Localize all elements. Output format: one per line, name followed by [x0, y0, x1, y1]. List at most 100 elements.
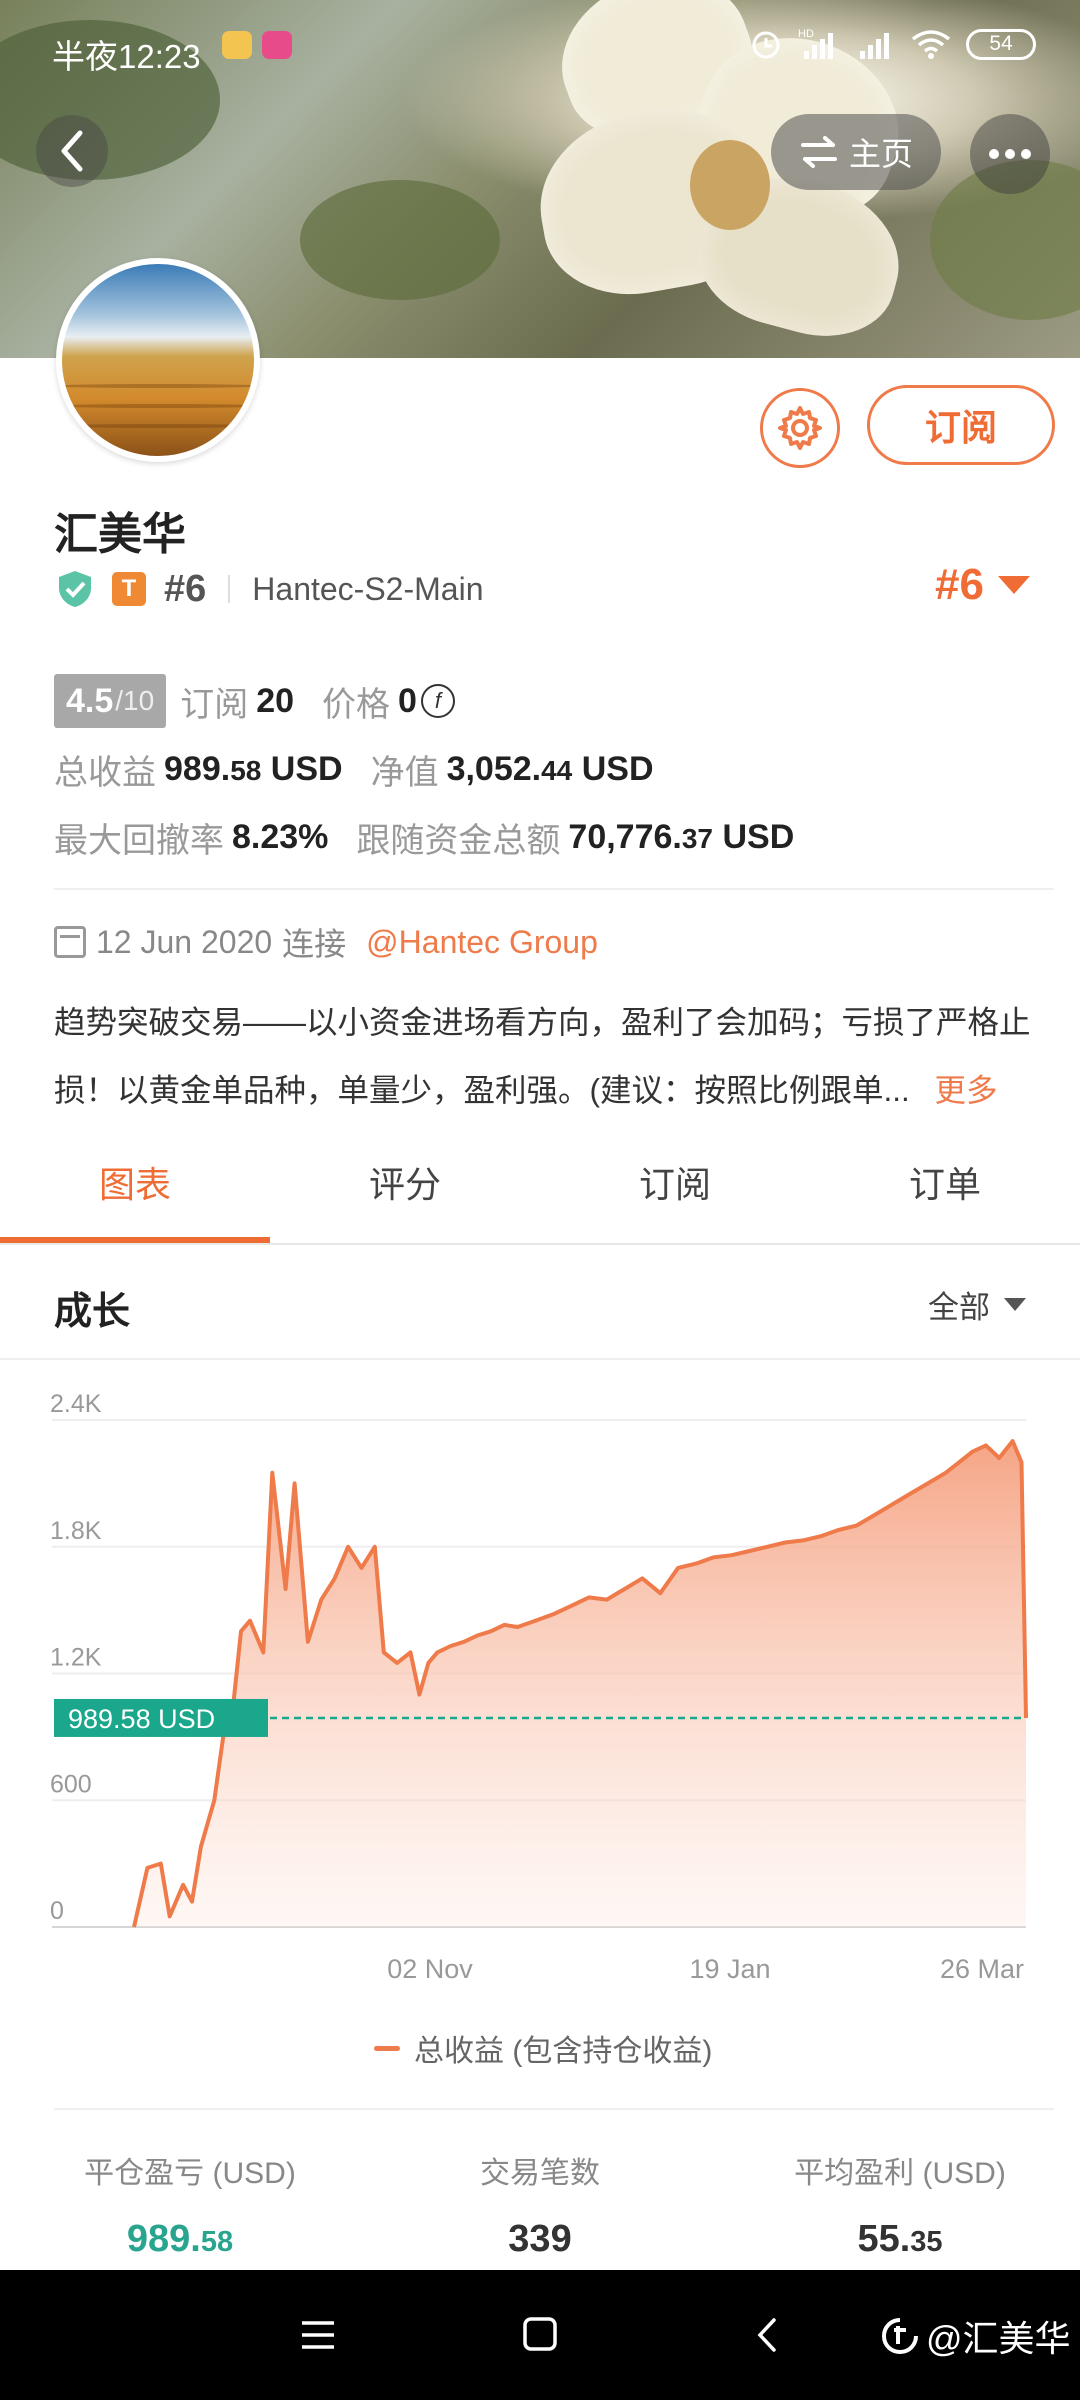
- follow-funds-int: 70,776.: [568, 817, 682, 856]
- rating-total: /10: [115, 685, 155, 716]
- growth-chart[interactable]: 2.4K 1.8K 1.2K 600 0 02 Nov 19 Jan 26 Mar 989.…: [0, 1380, 1080, 2020]
- watermark: @汇美华: [880, 2310, 1071, 2362]
- battery-indicator: 54: [966, 28, 1036, 60]
- trader-rank: #6: [164, 567, 207, 610]
- total-profit-value: 989.58 USD: [164, 750, 343, 789]
- weibo-logo-icon: [881, 2318, 918, 2355]
- tab-bar: 图表 评分 订阅 订单: [0, 1120, 1080, 1244]
- price-value: 0: [398, 681, 417, 720]
- range-selector[interactable]: 全部: [928, 1282, 1026, 1327]
- avg-profit-label: 平均盈利 (USD): [794, 2157, 1006, 2190]
- avg-profit-stat: 平均盈利 (USD) 55.35: [720, 2148, 1080, 2261]
- more-dot-icon: [989, 149, 999, 159]
- tab-underline: [0, 1243, 1080, 1245]
- max-drawdown-value: 8.23%: [232, 817, 329, 856]
- back-button[interactable]: [36, 115, 108, 187]
- section-divider: [0, 1358, 1080, 1360]
- follow-funds-value: 70,776.37 USD: [568, 818, 794, 857]
- closed-pnl-stat: 平仓盈亏 (USD) 989.58: [0, 2148, 360, 2261]
- current-value-label: 989.58 USD: [68, 1704, 215, 1734]
- flower-center: [690, 140, 770, 230]
- status-bar: 半夜12:23 HD 54: [0, 0, 1080, 100]
- notification-icons: [222, 31, 292, 59]
- y-tick-label: 1.8K: [50, 1517, 102, 1545]
- follow-funds-label: 跟随资金总额: [356, 821, 561, 860]
- net-value-int: 3,052.: [446, 749, 542, 788]
- trades-stat: 交易笔数 339: [360, 2148, 720, 2261]
- avatar-field-row: [62, 384, 254, 388]
- calendar-icon: [54, 926, 86, 958]
- stats-line-1: 4.5/10 订阅 20 价格 0 f: [54, 672, 1054, 730]
- stats-line-3: 最大回撤率 8.23% 跟随资金总额 70,776.37 USD: [54, 808, 1054, 866]
- total-profit-dec: 58: [230, 754, 262, 786]
- y-tick-label: 0: [50, 1897, 64, 1925]
- more-dot-icon: [1021, 149, 1031, 159]
- total-profit-label: 总收益: [54, 753, 156, 792]
- more-link[interactable]: 更多: [935, 1072, 998, 1108]
- settings-button[interactable]: [760, 388, 840, 468]
- watermark-text: @汇美华: [926, 2318, 1071, 2359]
- x-tick-label: 26 Mar: [940, 1954, 1024, 1984]
- rating-badge: 4.5/10: [54, 674, 167, 728]
- switch-icon: [800, 136, 837, 168]
- coin-icon: f: [420, 684, 455, 718]
- price-label: 价格: [322, 685, 391, 724]
- avg-profit-value: 55.35: [720, 2218, 1080, 2261]
- trader-meta-row: T #6 Hantec-S2-Main: [56, 565, 483, 613]
- avatar-field-row: [62, 424, 254, 428]
- subscribe-button[interactable]: 订阅: [867, 385, 1055, 465]
- status-right: HD 54: [748, 26, 1036, 62]
- closed-pnl-int: 989.: [126, 2218, 201, 2260]
- trader-type-badge: T: [112, 572, 146, 606]
- gear-icon: [778, 406, 822, 450]
- caret-down-icon: [1004, 1298, 1026, 1311]
- section-divider: [54, 2108, 1054, 2110]
- menu-icon[interactable]: [300, 2318, 336, 2352]
- closed-pnl-value: 989.58: [0, 2218, 360, 2261]
- svg-text:HD: HD: [798, 28, 814, 40]
- connection-info: 12 Jun 2020 连接 @Hantec Group: [54, 919, 598, 965]
- total-profit-int: 989.: [164, 749, 231, 788]
- since-label: 连接: [282, 926, 347, 962]
- tab-rating[interactable]: 评分: [270, 1120, 540, 1244]
- chat-notification-icon: [222, 31, 252, 59]
- avg-profit-int: 55.: [857, 2218, 911, 2260]
- chart-legend: 总收益 (包含持仓收益): [374, 2026, 712, 2070]
- subscribers-count: 20: [256, 681, 295, 720]
- avg-profit-dec: 35: [910, 2226, 943, 2258]
- strategy-description: 趋势突破交易——以小资金进场看方向，盈利了会加码；亏损了严格止损！以黄金单品种，…: [54, 988, 1044, 1124]
- follow-funds-dec: 37: [681, 822, 714, 854]
- description-text: 趋势突破交易——以小资金进场看方向，盈利了会加码；亏损了严格止损！以黄金单品种，…: [54, 1004, 1031, 1108]
- home-label: 主页: [848, 136, 913, 172]
- meta-divider: [228, 575, 231, 603]
- y-tick-label: 2.4K: [50, 1390, 102, 1418]
- tab-orders[interactable]: 订单: [810, 1120, 1080, 1244]
- rank-dropdown-value: #6: [935, 560, 984, 609]
- status-time: 半夜12:23: [52, 38, 201, 75]
- wifi-icon: [911, 30, 951, 59]
- net-value-dec: 44: [541, 754, 573, 786]
- net-value: 3,052.44 USD: [447, 750, 654, 789]
- nav-back-icon[interactable]: [752, 2316, 782, 2354]
- home-button[interactable]: 主页: [771, 114, 941, 190]
- x-tick-label: 02 Nov: [387, 1954, 473, 1984]
- stats-block: 4.5/10 订阅 20 价格 0 f 总收益 989.58 USD 净值 3,…: [54, 672, 1054, 876]
- y-tick-label: 600: [50, 1770, 92, 1798]
- app-notification-icon: [262, 31, 292, 59]
- legend-label: 总收益 (包含持仓收益): [414, 2035, 713, 2068]
- net-value-label: 净值: [370, 753, 439, 792]
- tab-subscriptions[interactable]: 订阅: [540, 1120, 810, 1244]
- rank-dropdown[interactable]: #6: [935, 560, 1030, 610]
- trades-value: 339: [508, 2218, 572, 2260]
- more-button[interactable]: [970, 114, 1050, 194]
- x-tick-label: 19 Jan: [689, 1954, 770, 1984]
- home-square-icon[interactable]: [522, 2316, 558, 2352]
- alarm-icon: [752, 31, 780, 59]
- follow-funds-currency: USD: [713, 817, 795, 856]
- broker-link[interactable]: @Hantec Group: [366, 924, 598, 961]
- section-divider: [54, 888, 1054, 890]
- series-area: [134, 1441, 1026, 1927]
- tab-chart[interactable]: 图表: [0, 1120, 270, 1244]
- avatar[interactable]: [56, 258, 260, 462]
- range-label: 全部: [928, 1290, 990, 1325]
